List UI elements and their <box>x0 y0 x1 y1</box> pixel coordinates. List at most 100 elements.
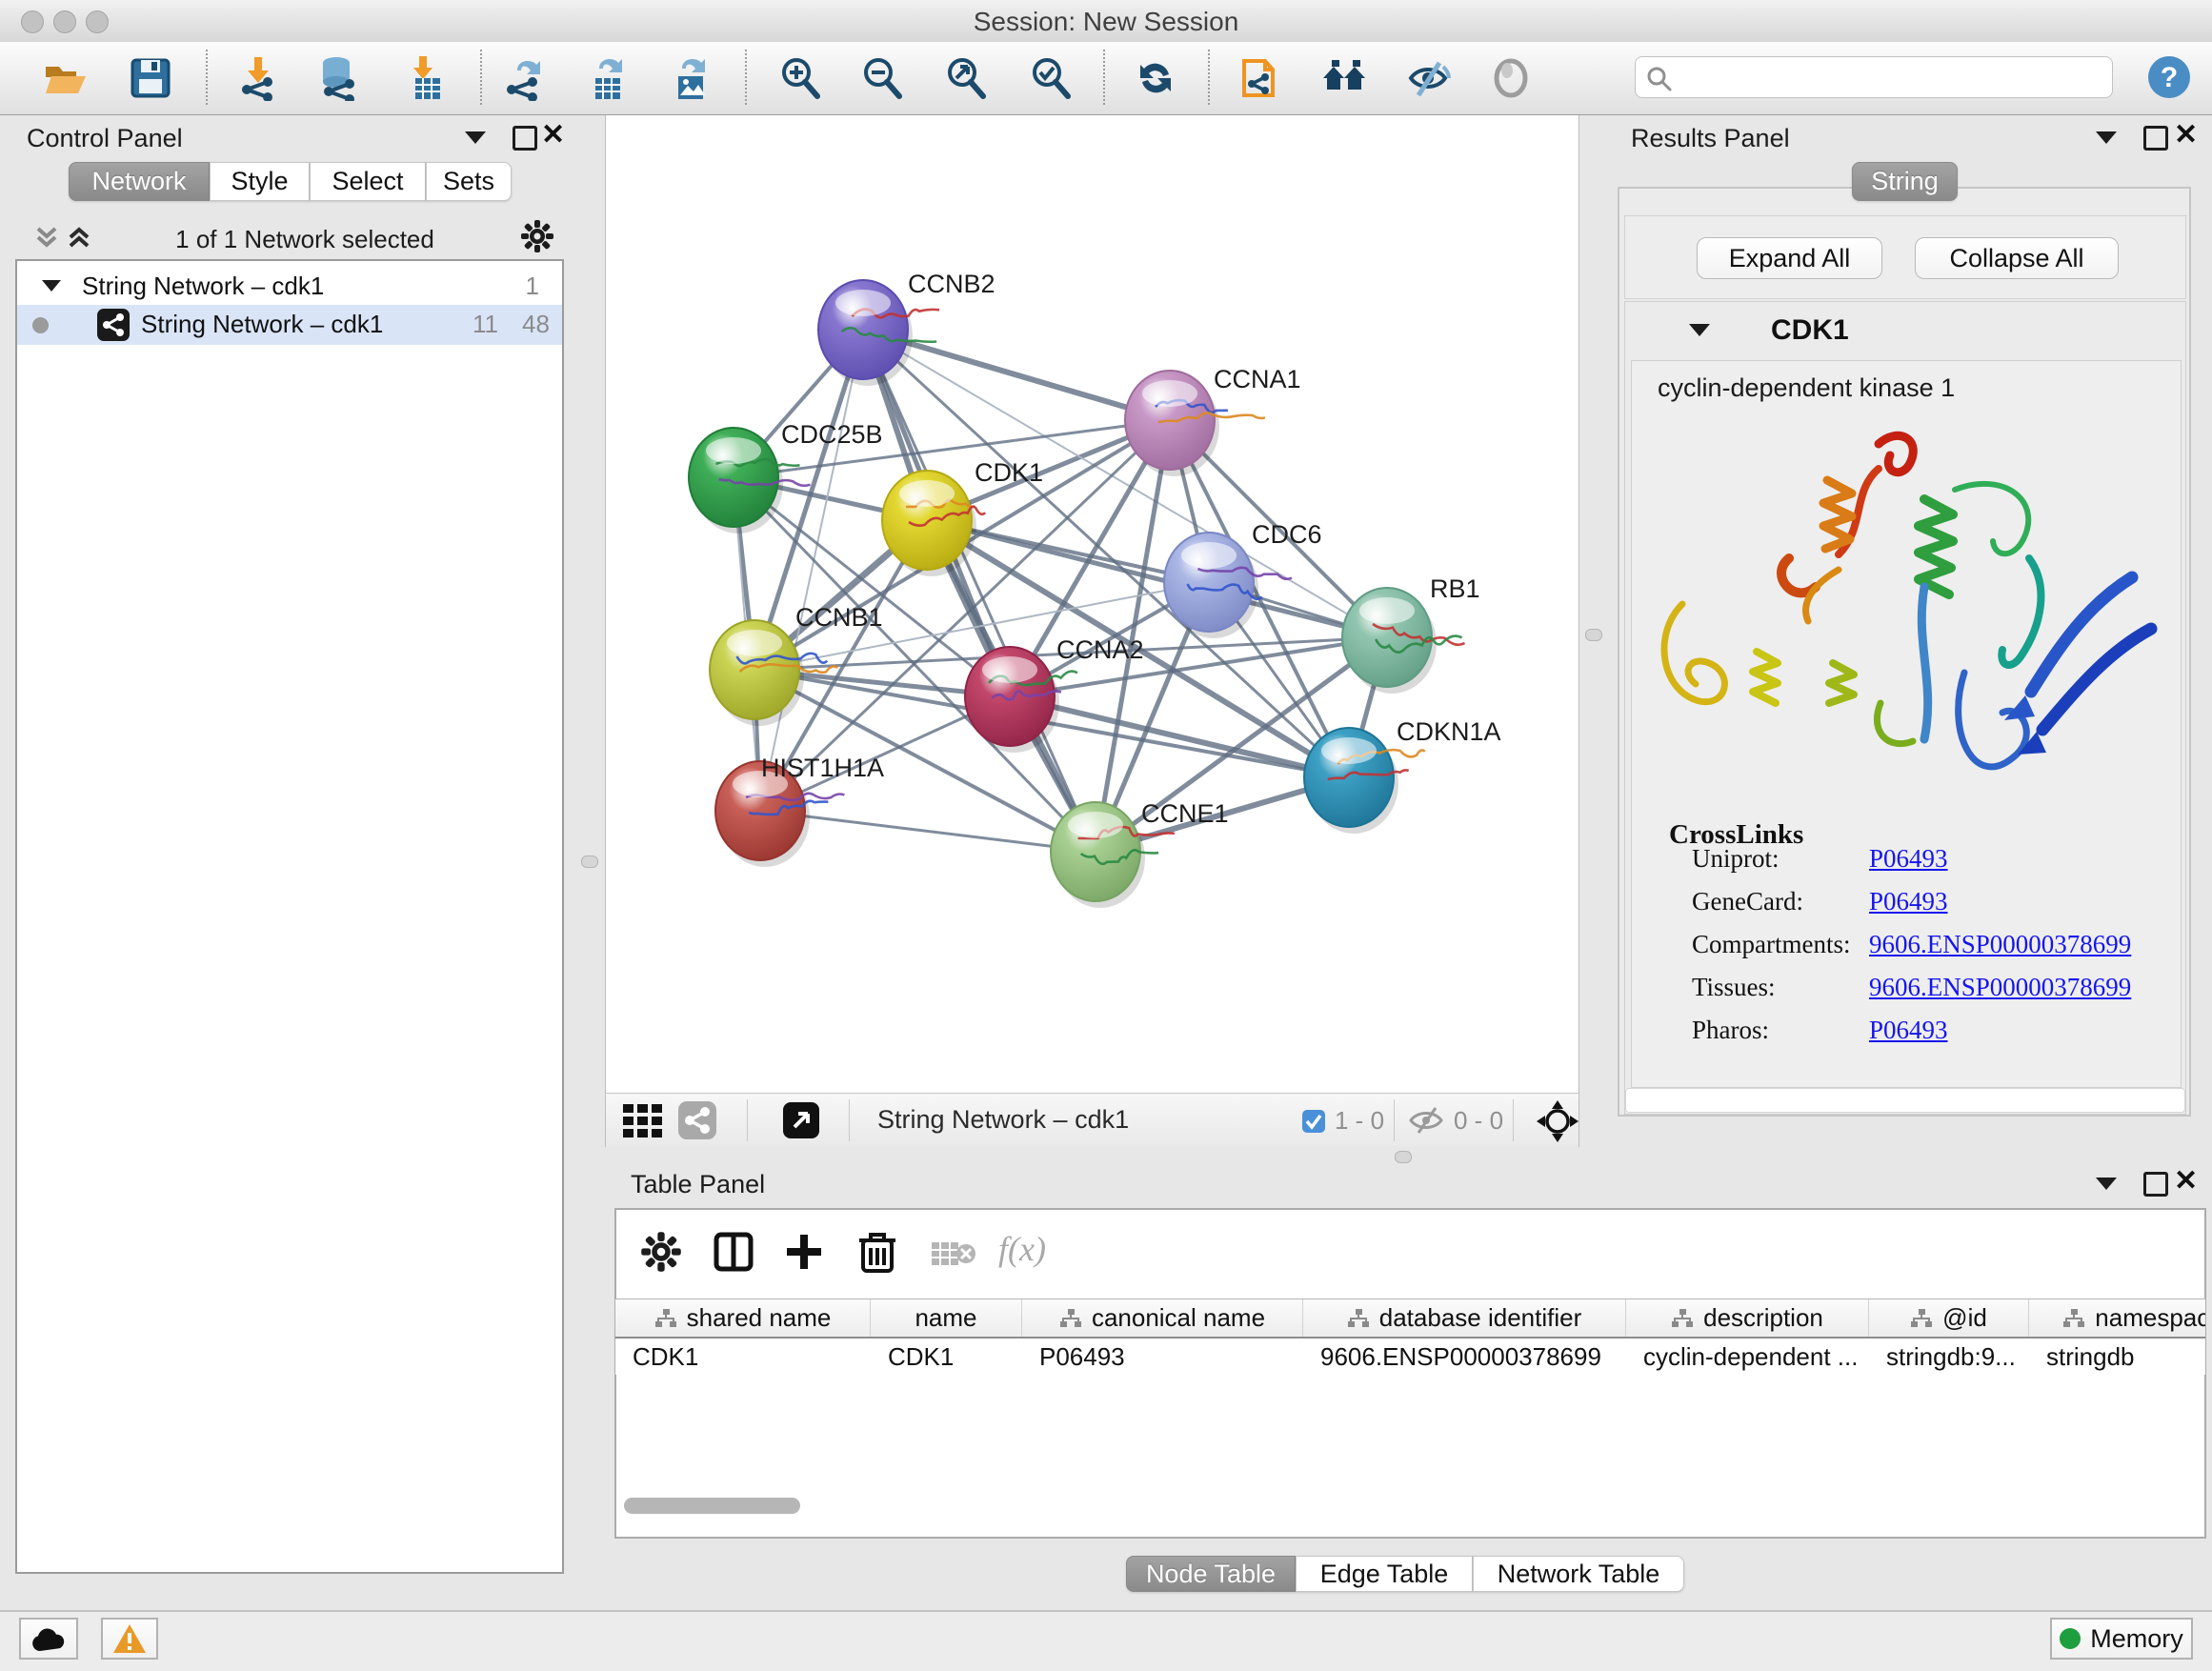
tab-sets[interactable]: Sets <box>426 162 512 201</box>
tab-edge-table[interactable]: Edge Table <box>1296 1556 1473 1592</box>
tab-network-table[interactable]: Network Table <box>1473 1556 1684 1592</box>
import-table-icon[interactable] <box>402 55 448 101</box>
open-in-window-icon[interactable] <box>783 1102 819 1138</box>
zoom-out-icon[interactable] <box>859 55 905 101</box>
network-node-CDC6[interactable]: CDC6 <box>1164 520 1322 638</box>
bottom-splitter-handle[interactable] <box>1395 1151 1412 1163</box>
column-header-shared-name[interactable]: shared name <box>615 1299 871 1337</box>
hidden-eye-slash-icon[interactable] <box>1409 1107 1443 1134</box>
export-table-icon[interactable] <box>584 55 630 101</box>
table-cell[interactable]: cyclin-dependent ... <box>1626 1339 1869 1375</box>
tab-node-table[interactable]: Node Table <box>1126 1556 1296 1592</box>
left-splitter-handle[interactable] <box>581 856 598 868</box>
warning-button[interactable] <box>101 1618 158 1660</box>
results-hscrollbar[interactable] <box>1625 1088 2185 1113</box>
table-options-gear-icon[interactable] <box>640 1231 682 1273</box>
hierarchy-icon <box>1910 1308 1933 1329</box>
table-cell[interactable]: P06493 <box>1022 1339 1303 1375</box>
collection-expand-icon[interactable] <box>42 280 61 292</box>
network-graph[interactable]: CCNB2CCNA1CDC25BCDK1CDC6RB1CCNB1CCNA2CDK… <box>606 115 1579 1091</box>
share-session-file-icon[interactable] <box>1237 55 1282 101</box>
network-node-CDKN1A[interactable]: CDKN1A <box>1304 717 1501 834</box>
control-panel-close-icon[interactable]: ✕ <box>541 124 565 147</box>
table-cell[interactable]: 9606.ENSP00000378699 <box>1303 1339 1626 1375</box>
network-options-gear-icon[interactable] <box>520 219 554 253</box>
column-header-description[interactable]: description <box>1626 1299 1869 1337</box>
zoom-fit-icon[interactable] <box>943 55 989 101</box>
table-panel-menu-icon[interactable] <box>2096 1178 2117 1190</box>
help-icon[interactable]: ? <box>2147 55 2191 99</box>
network-share-icon[interactable] <box>678 1101 716 1139</box>
save-session-icon[interactable] <box>128 55 173 101</box>
selected-checkbox-icon[interactable] <box>1302 1110 1325 1133</box>
table-header-row: shared namenamecanonical namedatabase id… <box>615 1299 2205 1339</box>
zoom-selected-icon[interactable] <box>1028 55 1074 101</box>
tab-select[interactable]: Select <box>310 162 426 201</box>
network-row-selected[interactable]: String Network – cdk1 11 48 <box>17 305 562 345</box>
window-title: Session: New Session <box>0 7 2212 37</box>
cloud-button[interactable] <box>19 1618 78 1660</box>
crosslink-link[interactable]: P06493 <box>1869 844 1948 874</box>
column-header-name[interactable]: name <box>871 1299 1022 1337</box>
expand-all-button[interactable]: Expand All <box>1697 237 1882 279</box>
network-node-CDK1[interactable]: CDK1 <box>882 458 1043 576</box>
status-bar: Memory <box>0 1610 2212 1671</box>
column-header-canonical-name[interactable]: canonical name <box>1022 1299 1303 1337</box>
export-image-icon[interactable] <box>667 55 713 101</box>
tab-network[interactable]: Network <box>69 162 210 201</box>
cdk1-section-expand-icon[interactable] <box>1689 324 1710 336</box>
search-input[interactable] <box>1679 61 2102 93</box>
crosslink-link[interactable]: 9606.ENSP00000378699 <box>1869 930 2131 959</box>
show-glass-eye-icon[interactable] <box>1488 55 1534 101</box>
delete-column-trash-icon[interactable] <box>857 1229 897 1273</box>
export-network-icon[interactable] <box>500 55 546 101</box>
crosslink-link[interactable]: P06493 <box>1869 1016 1948 1045</box>
table-cell[interactable]: stringdb <box>2029 1339 2205 1375</box>
column-header--id[interactable]: @id <box>1869 1299 2029 1337</box>
tab-string[interactable]: String <box>1852 162 1958 201</box>
home-networks-icon[interactable] <box>1321 55 1367 101</box>
show-columns-icon[interactable] <box>713 1231 754 1273</box>
network-node-RB1[interactable]: RB1 <box>1342 574 1480 694</box>
tab-style[interactable]: Style <box>210 162 310 201</box>
network-node-CCNA1[interactable]: CCNA1 <box>1125 365 1301 476</box>
table-panel-float-icon[interactable] <box>2143 1172 2168 1197</box>
table-cell[interactable]: CDK1 <box>871 1339 1022 1375</box>
collapse-all-button[interactable]: Collapse All <box>1915 237 2119 279</box>
results-panel-float-icon[interactable] <box>2143 126 2168 151</box>
control-panel-menu-icon[interactable] <box>465 131 486 144</box>
import-network-from-database-icon[interactable] <box>315 55 361 101</box>
table-panel-close-icon[interactable]: ✕ <box>2174 1170 2198 1193</box>
control-panel-float-icon[interactable] <box>513 126 537 151</box>
zoom-in-icon[interactable] <box>777 55 823 101</box>
network-node-CDC25B[interactable]: CDC25B <box>689 420 883 534</box>
right-splitter-handle[interactable] <box>1585 629 1602 641</box>
hide-glass-eye-icon[interactable] <box>1405 55 1451 101</box>
import-network-icon[interactable] <box>235 55 281 101</box>
network-canvas[interactable]: CCNB2CCNA1CDC25BCDK1CDC6RB1CCNB1CCNA2CDK… <box>605 115 1579 1093</box>
table-cell[interactable]: CDK1 <box>615 1339 871 1375</box>
column-header-namespace[interactable]: namespace <box>2029 1299 2205 1337</box>
crosslink-label: Tissues: <box>1692 973 1776 1002</box>
results-panel-menu-icon[interactable] <box>2096 131 2117 144</box>
search-field[interactable] <box>1635 56 2113 98</box>
grid-view-icon[interactable] <box>623 1104 665 1138</box>
network-node-HIST1H1A[interactable]: HIST1H1A <box>715 754 884 867</box>
table-hscrollbar[interactable] <box>624 1498 800 1514</box>
open-session-icon[interactable] <box>42 55 88 101</box>
collapse-all-icon[interactable] <box>32 223 61 252</box>
expand-all-icon[interactable] <box>65 223 93 252</box>
birds-eye-crosshair-icon[interactable] <box>1537 1100 1579 1142</box>
memory-button[interactable]: Memory <box>2050 1618 2193 1660</box>
table-row[interactable]: CDK1CDK1P064939606.ENSP00000378699cyclin… <box>615 1339 2205 1375</box>
crosslink-link[interactable]: 9606.ENSP00000378699 <box>1869 973 2131 1002</box>
hierarchy-icon <box>1347 1308 1370 1329</box>
refresh-icon[interactable] <box>1133 55 1178 101</box>
table-cell[interactable]: stringdb:9... <box>1869 1339 2029 1375</box>
column-header-database-identifier[interactable]: database identifier <box>1303 1299 1626 1337</box>
network-node-CCNE1[interactable]: CCNE1 <box>1051 799 1229 908</box>
crosslink-link[interactable]: P06493 <box>1869 887 1948 916</box>
network-collection-row[interactable]: String Network – cdk1 1 <box>17 269 562 307</box>
results-panel-close-icon[interactable]: ✕ <box>2174 124 2198 147</box>
add-column-icon[interactable] <box>783 1231 825 1273</box>
